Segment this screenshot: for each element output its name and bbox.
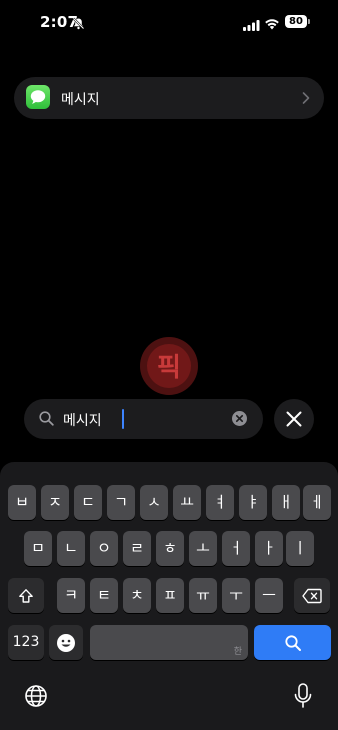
key-ya[interactable]: ㅑ [239,485,267,520]
shift-icon [19,588,33,603]
messages-app-icon [26,85,50,109]
close-icon [286,411,302,427]
search-result-messages[interactable]: 메시지 [14,77,324,119]
chevron-right-icon [302,90,310,109]
key-a[interactable]: ㅏ [255,531,283,566]
delete-icon [302,588,322,603]
emoji-key[interactable] [49,625,83,660]
key-giyeok[interactable]: ㄱ [107,485,135,520]
key-rieul[interactable]: ㄹ [123,531,151,566]
search-input[interactable]: 메시지 [24,399,263,439]
key-nieun[interactable]: ㄴ [57,531,85,566]
bell-slash-icon [72,15,85,30]
watermark-text: 픽 [157,353,181,383]
battery-tip [308,19,310,24]
key-u[interactable]: ㅜ [222,578,250,613]
key-yeo[interactable]: ㅕ [206,485,234,520]
key-jieut[interactable]: ㅈ [41,485,69,520]
search-query-text: 메시지 [63,413,102,429]
search-icon [284,634,301,651]
battery-indicator: 80 [285,15,307,28]
clear-icon[interactable] [232,411,247,426]
key-ae[interactable]: ㅐ [272,485,300,520]
text-cursor [122,409,124,429]
status-bar: 2:07 80 [0,0,338,44]
key-chieut[interactable]: ㅊ [123,578,151,613]
key-tieut[interactable]: ㅌ [90,578,118,613]
delete-key[interactable] [294,578,330,613]
signal-icon [243,16,260,35]
key-eo[interactable]: ㅓ [222,531,250,566]
watermark-badge: 픽 [139,336,199,396]
search-key[interactable] [254,625,331,660]
numbers-key[interactable]: 123 [8,625,44,660]
key-yo[interactable]: ㅛ [173,485,201,520]
key-o[interactable]: ㅗ [189,531,217,566]
close-button[interactable] [274,399,314,439]
result-app-name: 메시지 [61,92,100,108]
space-key[interactable]: 한 [90,625,248,660]
key-siot[interactable]: ㅅ [140,485,168,520]
microphone-icon[interactable] [294,683,312,713]
globe-icon[interactable] [24,684,48,712]
key-eu[interactable]: ㅡ [255,578,283,613]
key-pieup[interactable]: ㅍ [156,578,184,613]
key-bieup[interactable]: ㅂ [8,485,36,520]
key-hieut[interactable]: ㅎ [156,531,184,566]
wifi-icon [264,15,280,34]
korean-keyboard: ㅂ ㅈ ㄷ ㄱ ㅅ ㅛ ㅕ ㅑ ㅐ ㅔ ㅁ ㄴ ㅇ ㄹ ㅎ ㅗ ㅓ ㅏ ㅣ ㅋ … [0,462,338,730]
emoji-icon [57,633,75,652]
shift-key[interactable] [8,578,44,613]
key-kieuk[interactable]: ㅋ [57,578,85,613]
key-mieum[interactable]: ㅁ [24,531,52,566]
key-yu[interactable]: ㅠ [189,578,217,613]
key-ieung[interactable]: ㅇ [90,531,118,566]
key-e[interactable]: ㅔ [303,485,331,520]
key-i[interactable]: ㅣ [286,531,314,566]
search-icon [39,411,54,430]
key-digeut[interactable]: ㄷ [74,485,102,520]
space-language-hint: 한 [233,647,242,657]
